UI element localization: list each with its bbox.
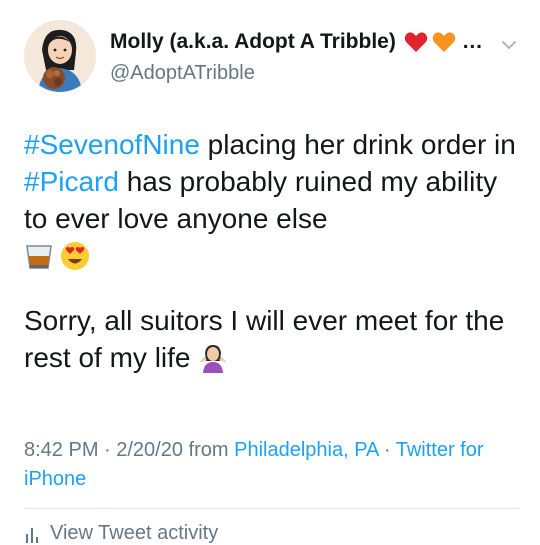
tweet-menu-button[interactable]	[500, 36, 518, 54]
tweet-paragraph-1: #SevenofNine placing her drink order in …	[24, 126, 524, 280]
view-tweet-activity-link[interactable]: View Tweet activity	[24, 522, 218, 545]
avatar[interactable]	[24, 20, 96, 92]
tweet-body: #SevenofNine placing her drink order in …	[24, 126, 524, 382]
person-shrugging-emoji	[198, 343, 228, 382]
avatar-illustration	[24, 20, 96, 92]
display-name[interactable]: Molly (a.k.a. Adopt A Tribble)	[110, 30, 396, 54]
orange-heart-emoji	[432, 31, 456, 53]
chevron-down-icon	[502, 41, 516, 50]
name-truncation: …	[461, 30, 483, 53]
heart-eyes-emoji	[60, 241, 90, 280]
tweet-text-3: Sorry, all suitors I will ever meet for …	[24, 305, 505, 373]
timestamp[interactable]: 8:42 PM · 2/20/20 from	[24, 439, 234, 461]
red-heart-emoji	[404, 31, 428, 53]
location-link[interactable]: Philadelphia, PA	[234, 439, 378, 461]
divider	[24, 508, 520, 509]
user-display-name-row[interactable]: Molly (a.k.a. Adopt A Tribble) …	[110, 30, 483, 54]
meta-separator: ·	[378, 439, 396, 461]
hashtag-sevenofnine[interactable]: #SevenofNine	[24, 129, 200, 160]
user-handle[interactable]: @AdoptATribble	[110, 62, 255, 85]
tumbler-glass-emoji	[24, 241, 54, 280]
hashtag-picard[interactable]: #Picard	[24, 166, 119, 197]
view-tweet-activity-label[interactable]: View Tweet activity	[50, 522, 218, 545]
tweet-meta: 8:42 PM · 2/20/20 from Philadelphia, PA …	[24, 436, 524, 494]
tweet-paragraph-2: Sorry, all suitors I will ever meet for …	[24, 302, 524, 382]
tweet-text-1: placing her drink order in	[199, 129, 516, 160]
